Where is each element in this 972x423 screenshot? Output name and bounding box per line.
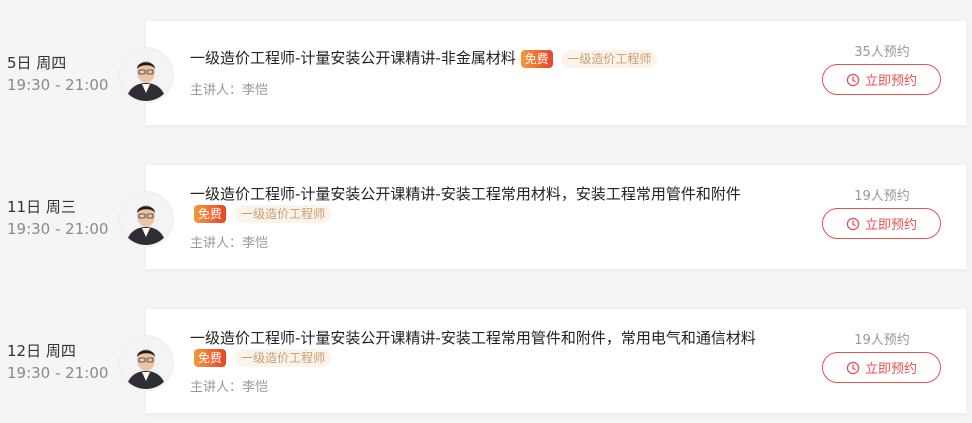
session-title-text[interactable]: 一级造价工程师-计量安装公开课精讲-非金属材料 [190, 49, 516, 67]
free-badge: 免费 [194, 348, 227, 367]
teacher-avatar [120, 337, 172, 389]
clock-icon [846, 217, 860, 230]
reserve-button-label: 立即预约 [864, 74, 917, 89]
session-date: 5日 周四 19:30 - 21:00 [7, 52, 108, 96]
session-date: 11日 周三 19:30 - 21:00 [7, 196, 108, 240]
reserve-button[interactable]: 立即预约 [822, 208, 941, 239]
category-badge: 一级造价工程师 [235, 204, 332, 223]
session-time: 19:30 - 21:00 [7, 364, 109, 382]
reservation-count: 19人预约 [854, 189, 910, 204]
reservation-count: 19人预约 [854, 333, 910, 348]
category-badge: 一级造价工程师 [235, 348, 332, 367]
reserve-button[interactable]: 立即预约 [822, 352, 941, 383]
teacher-name: 主讲人：李恺 [190, 380, 269, 395]
teacher-avatar [120, 193, 172, 245]
session-badges: 免费 一级造价工程师 [194, 203, 332, 223]
clock-icon [846, 73, 860, 86]
session-title[interactable]: 一级造价工程师-计量安装公开课精讲-安装工程常用材料，安装工程常用管件和附件 [190, 183, 741, 204]
session-row: 5日 周四 19:30 - 21:00 一级造价工程师-计量安装公开课精讲-非金… [0, 21, 972, 125]
teacher-avatar [120, 49, 172, 101]
teacher-name: 主讲人：李恺 [190, 236, 269, 251]
reserve-button-label: 立即预约 [864, 218, 917, 233]
session-date: 12日 周四 19:30 - 21:00 [7, 340, 108, 384]
clock-icon [846, 361, 860, 374]
session-title[interactable]: 一级造价工程师-计量安装公开课精讲-安装工程常用管件和附件，常用电气和通信材料 [190, 327, 756, 348]
category-badge: 一级造价工程师 [561, 49, 658, 68]
free-badge: 免费 [520, 49, 553, 68]
teacher-photo-icon [120, 337, 172, 389]
session-row: 11日 周三 19:30 - 21:00 一级造价工程师-计量安装公开课精讲-安… [0, 165, 972, 269]
teacher-name: 主讲人：李恺 [190, 83, 269, 98]
session-title[interactable]: 一级造价工程师-计量安装公开课精讲-非金属材料 免费 一级造价工程师 [190, 47, 658, 68]
session-time: 19:30 - 21:00 [7, 220, 109, 238]
session-day: 12日 周四 [7, 342, 76, 360]
reserve-button-label: 立即预约 [864, 362, 917, 377]
teacher-photo-icon [120, 193, 172, 245]
reserve-button[interactable]: 立即预约 [822, 64, 941, 95]
free-badge: 免费 [194, 204, 227, 223]
session-day: 5日 周四 [7, 54, 67, 72]
reservation-count: 35人预约 [854, 45, 910, 60]
session-day: 11日 周三 [7, 198, 76, 216]
session-time: 19:30 - 21:00 [7, 76, 109, 94]
session-row: 12日 周四 19:30 - 21:00 一级造价工程师-计量安装公开课精讲-安… [0, 309, 972, 413]
session-badges: 免费 一级造价工程师 [194, 347, 332, 367]
teacher-photo-icon [120, 49, 172, 101]
